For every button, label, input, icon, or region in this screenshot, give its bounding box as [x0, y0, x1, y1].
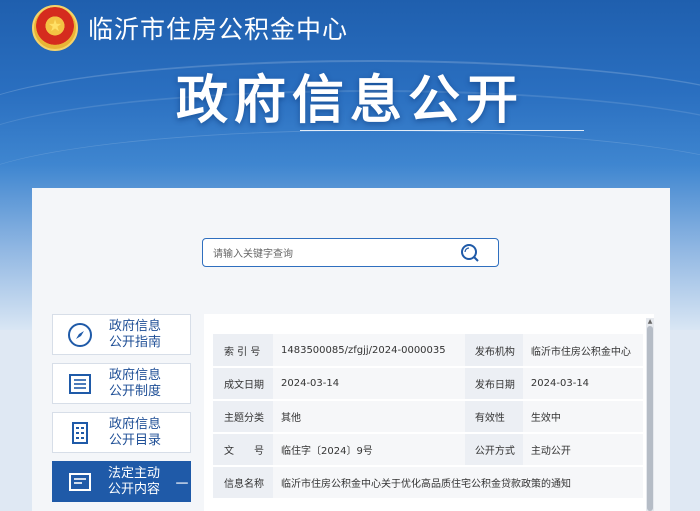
table-row: 信息名称 临沂市住房公积金中心关于优化高品质住宅公积金贷款政策的通知: [213, 466, 643, 500]
sidebar-item-mandatory[interactable]: 法定主动公开内容 －: [52, 461, 191, 502]
cell-value: 临沂市住房公积金中心: [522, 334, 643, 368]
table-row: 索 引 号 1483500085/zfgjj/2024-0000035 发布机构…: [213, 334, 643, 368]
org-name[interactable]: 临沂市住房公积金中心: [88, 10, 348, 46]
sidebar-item-label: 政府信息公开指南: [109, 318, 162, 350]
top-bar: 临沂市住房公积金中心: [32, 4, 348, 52]
info-title-link[interactable]: 临沂市住房公积金中心关于优化高品质住宅公积金贷款政策的通知: [273, 466, 643, 500]
document-list-icon: [65, 369, 95, 399]
sidebar: 政府信息公开指南 政府信息公开制度 政府信息公开目录 法定主动公开内容 －: [52, 314, 191, 510]
cell-label: 有效性: [464, 400, 523, 434]
scrollbar-thumb[interactable]: [647, 326, 653, 511]
sidebar-item-catalog[interactable]: 政府信息公开目录: [52, 412, 191, 453]
cell-value: 生效中: [522, 400, 643, 434]
sidebar-item-system[interactable]: 政府信息公开制度: [52, 363, 191, 404]
search-icon[interactable]: [460, 243, 480, 263]
info-panel: 索 引 号 1483500085/zfgjj/2024-0000035 发布机构…: [204, 314, 654, 511]
cell-value: 2024-03-14: [273, 367, 465, 401]
table-row: 主题分类 其他 有效性 生效中: [213, 400, 643, 434]
sidebar-item-guide[interactable]: 政府信息公开指南: [52, 314, 191, 355]
cell-label: 成文日期: [213, 367, 273, 401]
cell-label: 文 号: [213, 433, 273, 467]
cell-value: 其他: [273, 400, 465, 434]
cell-value: 2024-03-14: [522, 367, 643, 401]
page-title: 政府信息公开: [175, 71, 524, 131]
scrollbar[interactable]: ▲: [646, 318, 654, 511]
sidebar-item-label: 政府信息公开目录: [109, 416, 162, 448]
cell-label: 主题分类: [213, 400, 273, 434]
sidebar-item-label: 法定主动公开内容: [108, 465, 161, 497]
cell-value: 主动公开: [522, 433, 643, 467]
cell-label: 发布日期: [464, 367, 523, 401]
scroll-up-icon[interactable]: ▲: [646, 318, 654, 326]
search-box[interactable]: 请输入关键字查询: [202, 238, 499, 267]
cell-label: 发布机构: [464, 334, 523, 368]
cell-label: 索 引 号: [213, 334, 273, 368]
mail-document-icon: [65, 467, 94, 497]
table-row: 成文日期 2024-03-14 发布日期 2024-03-14: [213, 367, 643, 401]
compass-icon: [65, 320, 95, 350]
cell-label: 公开方式: [464, 433, 523, 467]
cell-value: 临住字〔2024〕9号: [273, 433, 465, 467]
cell-label: 信息名称: [213, 466, 273, 500]
search-input[interactable]: 请输入关键字查询: [213, 245, 293, 260]
info-table: 索 引 号 1483500085/zfgjj/2024-0000035 发布机构…: [213, 334, 643, 500]
table-row: 文 号 临住字〔2024〕9号 公开方式 主动公开: [213, 433, 643, 467]
title-underline: [300, 130, 584, 131]
national-emblem-icon: [32, 5, 78, 51]
catalog-icon: [65, 418, 95, 448]
cell-value: 1483500085/zfgjj/2024-0000035: [273, 334, 465, 368]
sidebar-item-label: 政府信息公开制度: [109, 367, 162, 399]
collapse-icon[interactable]: －: [174, 470, 190, 494]
